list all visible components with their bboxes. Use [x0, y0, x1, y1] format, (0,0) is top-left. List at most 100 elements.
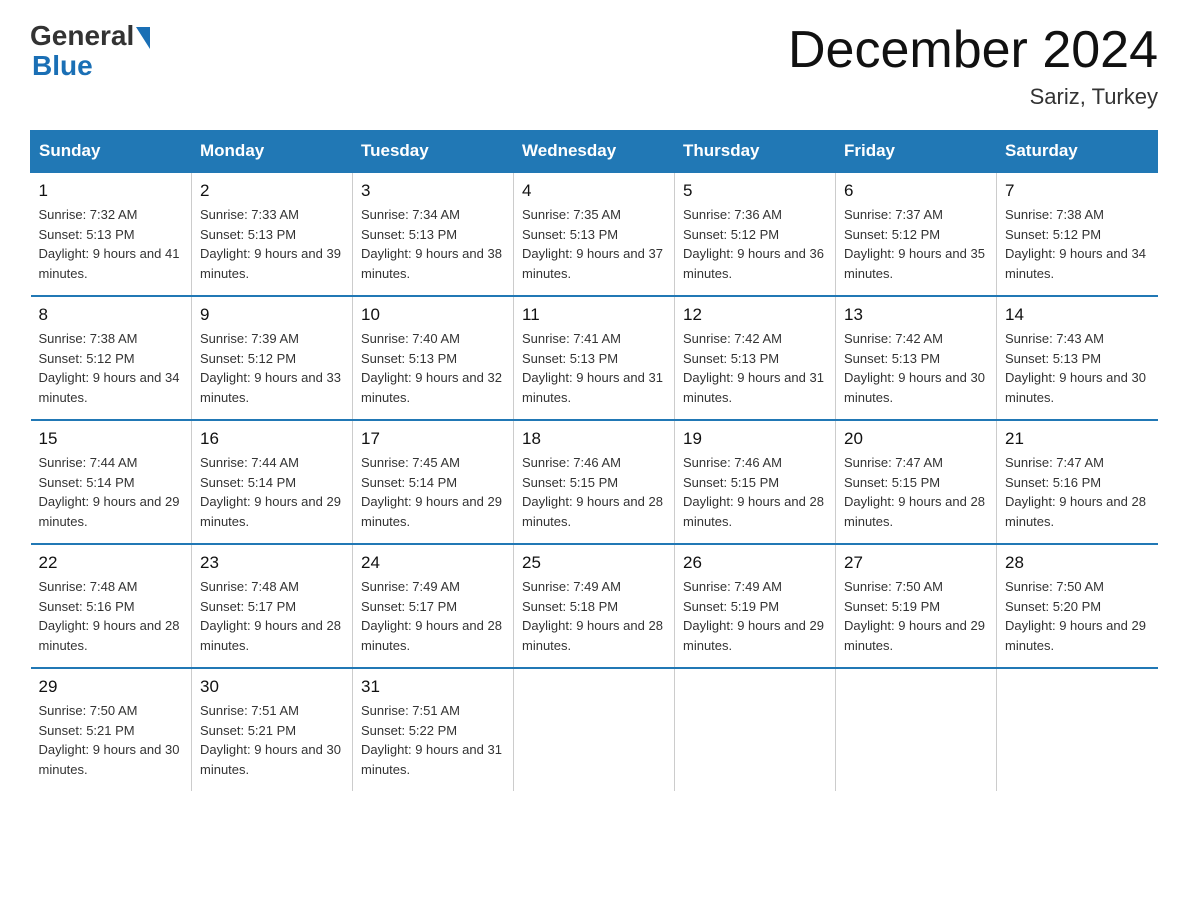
calendar-cell: [836, 668, 997, 791]
calendar-cell: 11Sunrise: 7:41 AMSunset: 5:13 PMDayligh…: [514, 296, 675, 420]
calendar-cell: 8 Sunrise: 7:38 AMSunset: 5:12 PMDaylight…: [31, 296, 192, 420]
day-info: Sunrise: 7:46 AMSunset: 5:15 PMDaylight:…: [522, 453, 666, 531]
calendar-cell: 30 Sunrise: 7:51 AMSunset: 5:21 PMDayligh…: [192, 668, 353, 791]
page-header: General Blue December 2024 Sariz, Turkey: [30, 20, 1158, 110]
day-number: 31: [361, 677, 505, 697]
day-info: Sunrise: 7:47 AMSunset: 5:16 PMDaylight:…: [1005, 453, 1150, 531]
month-title: December 2024: [788, 20, 1158, 80]
day-number: 25: [522, 553, 666, 573]
day-number: 21: [1005, 429, 1150, 449]
calendar-cell: 16 Sunrise: 7:44 AMSunset: 5:14 PMDayligh…: [192, 420, 353, 544]
logo-arrow-icon: [136, 27, 150, 49]
calendar-cell: 9 Sunrise: 7:39 AMSunset: 5:12 PMDaylight…: [192, 296, 353, 420]
calendar-cell: 7Sunrise: 7:38 AMSunset: 5:12 PMDaylight…: [997, 172, 1158, 296]
logo-blue-text: Blue: [32, 50, 93, 82]
calendar-cell: 27Sunrise: 7:50 AMSunset: 5:19 PMDayligh…: [836, 544, 997, 668]
day-number: 14: [1005, 305, 1150, 325]
calendar-week-3: 15 Sunrise: 7:44 AMSunset: 5:14 PMDayligh…: [31, 420, 1158, 544]
day-number: 9: [200, 305, 344, 325]
day-info: Sunrise: 7:42 AMSunset: 5:13 PMDaylight:…: [844, 329, 988, 407]
calendar-cell: [514, 668, 675, 791]
day-number: 15: [39, 429, 184, 449]
day-info: Sunrise: 7:49 AMSunset: 5:19 PMDaylight:…: [683, 577, 827, 655]
weekday-header-thursday: Thursday: [675, 131, 836, 173]
calendar-cell: 1 Sunrise: 7:32 AMSunset: 5:13 PMDaylight…: [31, 172, 192, 296]
weekday-header-monday: Monday: [192, 131, 353, 173]
calendar-cell: 13 Sunrise: 7:42 AMSunset: 5:13 PMDayligh…: [836, 296, 997, 420]
day-number: 29: [39, 677, 184, 697]
day-number: 3: [361, 181, 505, 201]
day-info: Sunrise: 7:44 AMSunset: 5:14 PMDaylight:…: [39, 453, 184, 531]
day-info: Sunrise: 7:49 AMSunset: 5:17 PMDaylight:…: [361, 577, 505, 655]
calendar-cell: 25Sunrise: 7:49 AMSunset: 5:18 PMDayligh…: [514, 544, 675, 668]
day-info: Sunrise: 7:32 AMSunset: 5:13 PMDaylight:…: [39, 205, 184, 283]
day-info: Sunrise: 7:51 AMSunset: 5:22 PMDaylight:…: [361, 701, 505, 779]
weekday-header-sunday: Sunday: [31, 131, 192, 173]
day-number: 5: [683, 181, 827, 201]
day-number: 23: [200, 553, 344, 573]
day-number: 30: [200, 677, 344, 697]
weekday-header-wednesday: Wednesday: [514, 131, 675, 173]
calendar-cell: 10 Sunrise: 7:40 AMSunset: 5:13 PMDayligh…: [353, 296, 514, 420]
day-info: Sunrise: 7:48 AMSunset: 5:17 PMDaylight:…: [200, 577, 344, 655]
day-info: Sunrise: 7:51 AMSunset: 5:21 PMDaylight:…: [200, 701, 344, 779]
day-number: 2: [200, 181, 344, 201]
calendar-cell: 24 Sunrise: 7:49 AMSunset: 5:17 PMDayligh…: [353, 544, 514, 668]
day-number: 10: [361, 305, 505, 325]
day-info: Sunrise: 7:34 AMSunset: 5:13 PMDaylight:…: [361, 205, 505, 283]
day-number: 4: [522, 181, 666, 201]
calendar-cell: 26 Sunrise: 7:49 AMSunset: 5:19 PMDayligh…: [675, 544, 836, 668]
calendar-cell: 23 Sunrise: 7:48 AMSunset: 5:17 PMDayligh…: [192, 544, 353, 668]
calendar-cell: 17 Sunrise: 7:45 AMSunset: 5:14 PMDayligh…: [353, 420, 514, 544]
calendar-cell: 29 Sunrise: 7:50 AMSunset: 5:21 PMDayligh…: [31, 668, 192, 791]
weekday-header-row: SundayMondayTuesdayWednesdayThursdayFrid…: [31, 131, 1158, 173]
day-number: 19: [683, 429, 827, 449]
day-number: 8: [39, 305, 184, 325]
day-info: Sunrise: 7:50 AMSunset: 5:19 PMDaylight:…: [844, 577, 988, 655]
logo: General Blue: [30, 20, 150, 82]
title-block: December 2024 Sariz, Turkey: [788, 20, 1158, 110]
calendar-cell: 12Sunrise: 7:42 AMSunset: 5:13 PMDayligh…: [675, 296, 836, 420]
calendar-week-1: 1 Sunrise: 7:32 AMSunset: 5:13 PMDaylight…: [31, 172, 1158, 296]
day-number: 26: [683, 553, 827, 573]
day-info: Sunrise: 7:50 AMSunset: 5:21 PMDaylight:…: [39, 701, 184, 779]
calendar-week-5: 29 Sunrise: 7:50 AMSunset: 5:21 PMDayligh…: [31, 668, 1158, 791]
weekday-header-tuesday: Tuesday: [353, 131, 514, 173]
day-number: 16: [200, 429, 344, 449]
day-number: 13: [844, 305, 988, 325]
day-info: Sunrise: 7:40 AMSunset: 5:13 PMDaylight:…: [361, 329, 505, 407]
day-info: Sunrise: 7:43 AMSunset: 5:13 PMDaylight:…: [1005, 329, 1150, 407]
calendar-cell: [997, 668, 1158, 791]
day-number: 1: [39, 181, 184, 201]
calendar-cell: 28Sunrise: 7:50 AMSunset: 5:20 PMDayligh…: [997, 544, 1158, 668]
calendar-cell: 19Sunrise: 7:46 AMSunset: 5:15 PMDayligh…: [675, 420, 836, 544]
calendar-cell: 5Sunrise: 7:36 AMSunset: 5:12 PMDaylight…: [675, 172, 836, 296]
day-number: 20: [844, 429, 988, 449]
day-number: 18: [522, 429, 666, 449]
day-info: Sunrise: 7:38 AMSunset: 5:12 PMDaylight:…: [1005, 205, 1150, 283]
day-info: Sunrise: 7:35 AMSunset: 5:13 PMDaylight:…: [522, 205, 666, 283]
day-number: 22: [39, 553, 184, 573]
calendar-week-4: 22 Sunrise: 7:48 AMSunset: 5:16 PMDayligh…: [31, 544, 1158, 668]
day-info: Sunrise: 7:39 AMSunset: 5:12 PMDaylight:…: [200, 329, 344, 407]
day-info: Sunrise: 7:44 AMSunset: 5:14 PMDaylight:…: [200, 453, 344, 531]
day-number: 17: [361, 429, 505, 449]
weekday-header-friday: Friday: [836, 131, 997, 173]
calendar-cell: 18 Sunrise: 7:46 AMSunset: 5:15 PMDayligh…: [514, 420, 675, 544]
day-info: Sunrise: 7:38 AMSunset: 5:12 PMDaylight:…: [39, 329, 184, 407]
calendar-week-2: 8 Sunrise: 7:38 AMSunset: 5:12 PMDaylight…: [31, 296, 1158, 420]
day-number: 11: [522, 305, 666, 325]
day-number: 24: [361, 553, 505, 573]
day-number: 6: [844, 181, 988, 201]
location-label: Sariz, Turkey: [788, 84, 1158, 110]
calendar-cell: 31 Sunrise: 7:51 AMSunset: 5:22 PMDayligh…: [353, 668, 514, 791]
calendar-cell: 20Sunrise: 7:47 AMSunset: 5:15 PMDayligh…: [836, 420, 997, 544]
day-number: 12: [683, 305, 827, 325]
day-info: Sunrise: 7:37 AMSunset: 5:12 PMDaylight:…: [844, 205, 988, 283]
calendar-cell: [675, 668, 836, 791]
day-info: Sunrise: 7:45 AMSunset: 5:14 PMDaylight:…: [361, 453, 505, 531]
calendar-cell: 22 Sunrise: 7:48 AMSunset: 5:16 PMDayligh…: [31, 544, 192, 668]
calendar-cell: 15 Sunrise: 7:44 AMSunset: 5:14 PMDayligh…: [31, 420, 192, 544]
calendar-cell: 2Sunrise: 7:33 AMSunset: 5:13 PMDaylight…: [192, 172, 353, 296]
day-info: Sunrise: 7:48 AMSunset: 5:16 PMDaylight:…: [39, 577, 184, 655]
